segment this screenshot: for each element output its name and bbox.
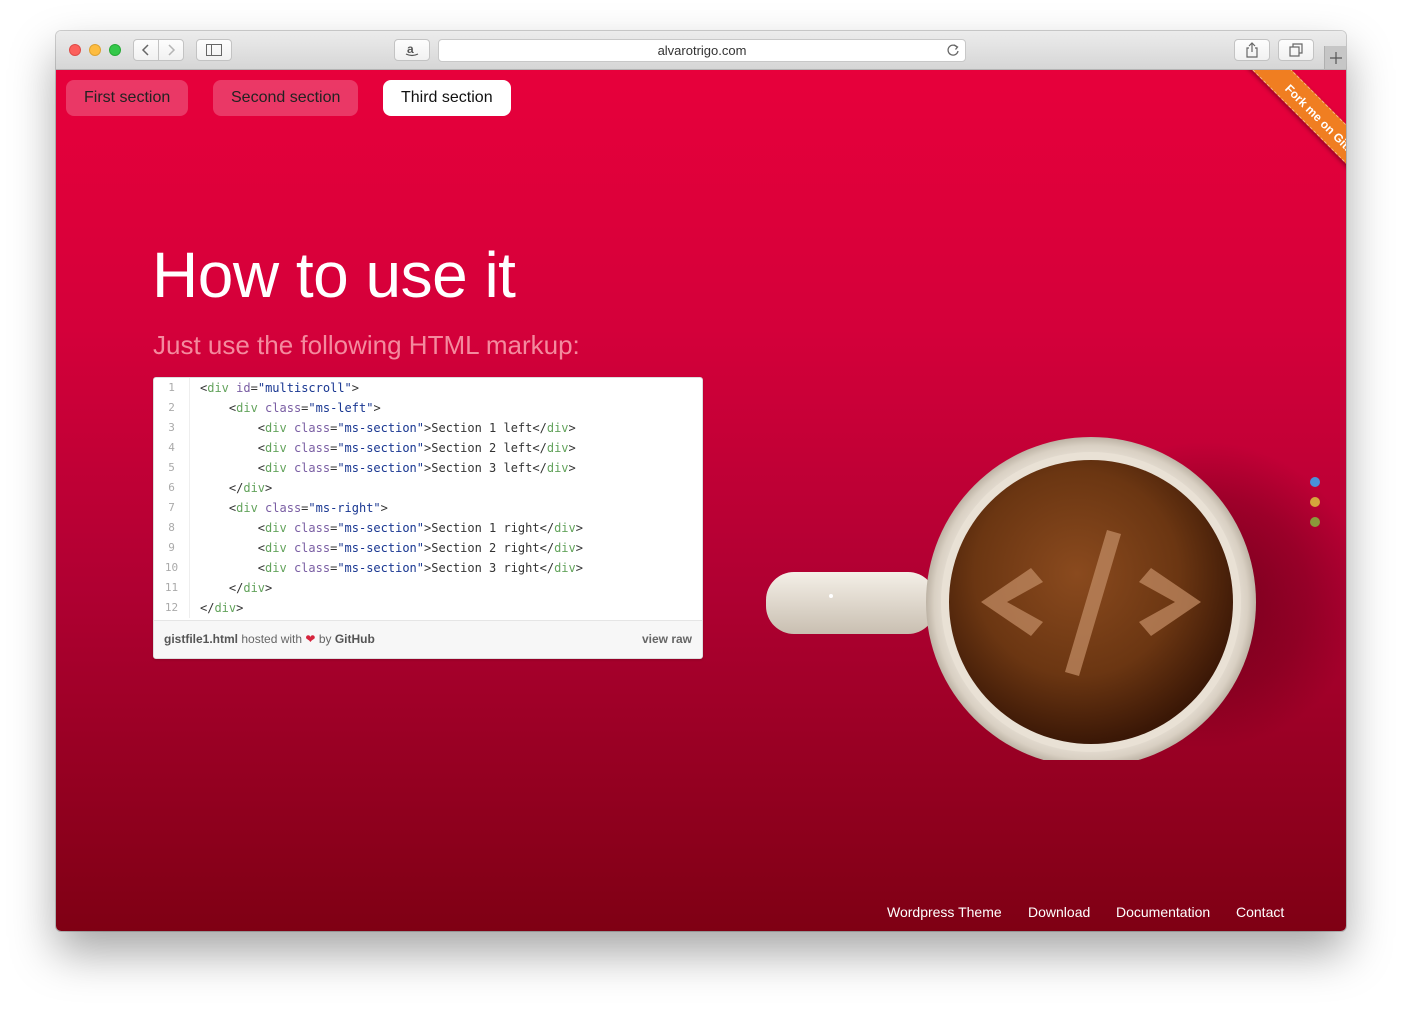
share-button[interactable] bbox=[1234, 39, 1270, 61]
line-number: 11 bbox=[154, 578, 190, 598]
sidebar-toggle-button[interactable] bbox=[196, 39, 232, 61]
line-number: 10 bbox=[154, 558, 190, 578]
menu-item-first-section[interactable]: First section bbox=[66, 80, 189, 116]
code-text: <div class="ms-right"> bbox=[200, 501, 388, 515]
code-line: 3 <div class="ms-section">Section 1 left… bbox=[154, 418, 702, 438]
gist-hosted-with: hosted with bbox=[241, 632, 303, 646]
new-tab-button[interactable] bbox=[1324, 46, 1346, 69]
code-line: 1 <div id="multiscroll"> bbox=[154, 378, 702, 398]
section-title: How to use it bbox=[152, 239, 516, 311]
browser-toolbar: a alvarotrigo.com bbox=[56, 31, 1346, 70]
line-number: 6 bbox=[154, 478, 190, 498]
amazon-icon: a bbox=[405, 43, 419, 57]
plus-icon bbox=[1329, 51, 1342, 64]
code-line: 6 </div> bbox=[154, 478, 702, 498]
code-line: 11 </div> bbox=[154, 578, 702, 598]
footer-link-wordpress-theme[interactable]: Wordpress Theme bbox=[887, 904, 1002, 920]
github-fork-ribbon[interactable]: Fork me on GitHub bbox=[1241, 70, 1346, 209]
code-text: <div id="multiscroll"> bbox=[200, 381, 359, 395]
code-text: <div class="ms-section">Section 1 left</… bbox=[200, 421, 576, 435]
tabs-overview-icon bbox=[1289, 43, 1303, 57]
code-text: </div> bbox=[200, 481, 273, 495]
code-line: 8 <div class="ms-section">Section 1 righ… bbox=[154, 518, 702, 538]
code-line: 2 <div class="ms-left"> bbox=[154, 398, 702, 418]
code-text: <div class="ms-section">Section 1 right<… bbox=[200, 521, 583, 535]
footer-link-download[interactable]: Download bbox=[1028, 904, 1090, 920]
address-bar[interactable]: alvarotrigo.com bbox=[438, 39, 966, 62]
code-line: 12 </div> bbox=[154, 598, 702, 618]
line-number: 3 bbox=[154, 418, 190, 438]
svg-text:a: a bbox=[407, 43, 414, 56]
section-subtitle: Just use the following HTML markup: bbox=[153, 330, 580, 360]
gist-by: by bbox=[318, 632, 332, 646]
chevron-left-icon bbox=[141, 44, 149, 56]
coffee-cup-image bbox=[766, 437, 1256, 760]
gist-footer: gistfile1.html hosted with ❤ by GitHub v… bbox=[154, 620, 702, 658]
line-number: 1 bbox=[154, 378, 190, 398]
reload-icon[interactable] bbox=[946, 43, 960, 57]
nav-dot-first[interactable] bbox=[1310, 477, 1320, 487]
line-number: 8 bbox=[154, 518, 190, 538]
menu-item-third-section[interactable]: Third section bbox=[383, 80, 511, 116]
zoom-window-button[interactable] bbox=[109, 44, 121, 56]
code-text: </div> bbox=[200, 601, 244, 615]
url-text: alvarotrigo.com bbox=[657, 43, 747, 58]
code-text: <div class="ms-left"> bbox=[200, 401, 381, 415]
code-text: <div class="ms-section">Section 3 left</… bbox=[200, 461, 576, 475]
view-raw-link[interactable]: view raw bbox=[642, 621, 692, 658]
line-number: 7 bbox=[154, 498, 190, 518]
web-page: First section Second section Third secti… bbox=[56, 70, 1346, 931]
line-number: 4 bbox=[154, 438, 190, 458]
code-text: </div> bbox=[200, 581, 273, 595]
line-number: 9 bbox=[154, 538, 190, 558]
code-line: 5 <div class="ms-section">Section 3 left… bbox=[154, 458, 702, 478]
chevron-right-icon bbox=[168, 44, 176, 56]
nav-dot-second[interactable] bbox=[1310, 497, 1320, 507]
line-number: 5 bbox=[154, 458, 190, 478]
code-line: 4 <div class="ms-section">Section 2 left… bbox=[154, 438, 702, 458]
back-button[interactable] bbox=[133, 39, 159, 61]
show-tabs-button[interactable] bbox=[1278, 39, 1314, 61]
minimize-window-button[interactable] bbox=[89, 44, 101, 56]
code-line: 10 <div class="ms-section">Section 3 rig… bbox=[154, 558, 702, 578]
close-window-button[interactable] bbox=[69, 44, 81, 56]
line-number: 2 bbox=[154, 398, 190, 418]
share-icon bbox=[1246, 42, 1258, 58]
gist-code: 1 <div id="multiscroll"> 2 <div class="m… bbox=[154, 378, 702, 620]
footer-link-contact[interactable]: Contact bbox=[1236, 904, 1284, 920]
browser-window: a alvarotrigo.com First section Second s… bbox=[56, 31, 1346, 931]
github-link[interactable]: GitHub bbox=[335, 632, 375, 646]
forward-button[interactable] bbox=[158, 39, 184, 61]
line-number: 12 bbox=[154, 598, 190, 618]
code-gist: 1 <div id="multiscroll"> 2 <div class="m… bbox=[153, 377, 703, 659]
menu-item-second-section[interactable]: Second section bbox=[213, 80, 359, 116]
code-text: <div class="ms-section">Section 3 right<… bbox=[200, 561, 583, 575]
footer-link-documentation[interactable]: Documentation bbox=[1116, 904, 1210, 920]
code-text: <div class="ms-section">Section 2 left</… bbox=[200, 441, 576, 455]
gist-filename-link[interactable]: gistfile1.html bbox=[164, 632, 238, 646]
amazon-bookmark-button[interactable]: a bbox=[394, 39, 430, 61]
code-text: <div class="ms-section">Section 2 right<… bbox=[200, 541, 583, 555]
code-line: 7 <div class="ms-right"> bbox=[154, 498, 702, 518]
code-line: 9 <div class="ms-section">Section 2 righ… bbox=[154, 538, 702, 558]
heart-icon: ❤ bbox=[305, 632, 316, 646]
sidebar-icon bbox=[206, 44, 222, 56]
nav-dot-third[interactable] bbox=[1310, 517, 1320, 527]
